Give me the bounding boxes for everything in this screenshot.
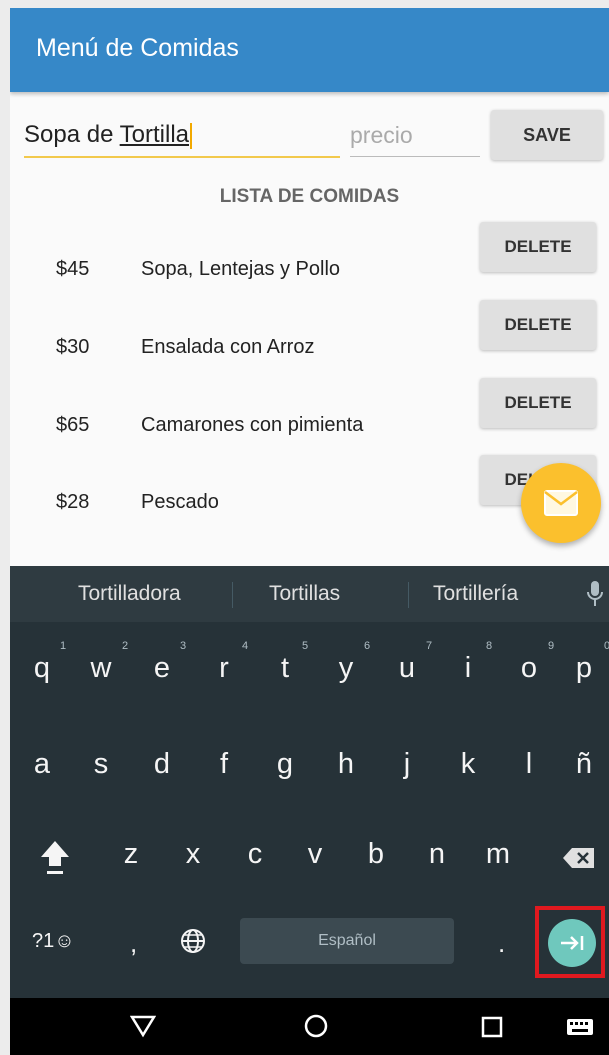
list-item: $30 Ensalada con Arroz DELETE bbox=[10, 300, 609, 378]
food-name-composing: Tortilla bbox=[119, 121, 190, 148]
key-k[interactable]: k bbox=[443, 748, 493, 781]
key-e[interactable]: e bbox=[137, 652, 187, 685]
globe-icon[interactable] bbox=[180, 928, 206, 954]
tab-next-icon bbox=[561, 936, 584, 950]
mail-fab-button[interactable] bbox=[521, 463, 601, 543]
keyboard-switch-icon[interactable] bbox=[566, 1018, 594, 1036]
suggestion-3[interactable]: Tortillería bbox=[433, 582, 518, 606]
item-name: Sopa, Lentejas y Pollo bbox=[141, 258, 341, 280]
key-a[interactable]: a bbox=[17, 748, 67, 781]
key-m[interactable]: m bbox=[473, 838, 523, 871]
key-c[interactable]: c bbox=[230, 838, 280, 871]
key-n[interactable]: n bbox=[412, 838, 462, 871]
symbols-key[interactable]: ?1☺ bbox=[32, 930, 75, 953]
key-hint: 9 bbox=[548, 640, 555, 652]
soft-keyboard: Tortilladora Tortillas Tortillería 1 2 3… bbox=[10, 566, 609, 998]
list-header: LISTA DE COMIDAS bbox=[219, 186, 400, 207]
key-hint: 5 bbox=[302, 640, 309, 652]
list-item: $45 Sopa, Lentejas y Pollo DELETE bbox=[10, 222, 609, 300]
phone-screen: Menú de Comidas Sopa de Tortilla precio … bbox=[10, 8, 609, 1055]
comma-key[interactable]: , bbox=[130, 928, 137, 959]
key-d[interactable]: d bbox=[137, 748, 187, 781]
key-y[interactable]: y bbox=[321, 652, 371, 685]
recents-icon[interactable] bbox=[480, 1015, 504, 1039]
key-q[interactable]: q bbox=[17, 652, 67, 685]
app-title: Menú de Comidas bbox=[36, 34, 239, 62]
delete-button[interactable]: DELETE bbox=[480, 378, 596, 428]
navigation-bar bbox=[10, 998, 609, 1055]
key-ntilde[interactable]: ñ bbox=[559, 748, 609, 781]
key-f[interactable]: f bbox=[199, 748, 249, 781]
food-name-text: Sopa de bbox=[24, 121, 120, 148]
delete-button[interactable]: DELETE bbox=[480, 300, 596, 350]
key-r[interactable]: r bbox=[199, 652, 249, 685]
mail-icon bbox=[544, 490, 578, 516]
item-name: Pescado bbox=[141, 491, 219, 513]
shift-icon[interactable] bbox=[38, 838, 72, 878]
food-form: Sopa de Tortilla precio SAVE bbox=[10, 108, 609, 168]
list-item: $28 Pescado DELETE bbox=[10, 455, 609, 533]
key-x[interactable]: x bbox=[168, 838, 218, 871]
item-price: $65 bbox=[56, 414, 90, 436]
key-g[interactable]: g bbox=[260, 748, 310, 781]
app-bar: Menú de Comidas bbox=[10, 8, 609, 92]
suggestion-2[interactable]: Tortillas bbox=[269, 582, 340, 606]
key-hint: 6 bbox=[364, 640, 371, 652]
key-u[interactable]: u bbox=[382, 652, 432, 685]
key-j[interactable]: j bbox=[382, 748, 432, 781]
key-t[interactable]: t bbox=[260, 652, 310, 685]
price-input[interactable]: precio bbox=[350, 120, 480, 157]
text-cursor bbox=[190, 122, 193, 149]
price-placeholder: precio bbox=[350, 122, 413, 148]
food-name-input[interactable]: Sopa de Tortilla bbox=[24, 120, 340, 158]
suggestion-1[interactable]: Tortilladora bbox=[78, 582, 181, 606]
backspace-icon[interactable] bbox=[562, 846, 596, 870]
next-key[interactable] bbox=[548, 919, 596, 967]
key-hint: 7 bbox=[426, 640, 433, 652]
key-l[interactable]: l bbox=[504, 748, 554, 781]
back-icon[interactable] bbox=[130, 1014, 156, 1038]
item-price: $28 bbox=[56, 491, 90, 513]
key-b[interactable]: b bbox=[351, 838, 401, 871]
key-p[interactable]: p bbox=[559, 652, 609, 685]
key-s[interactable]: s bbox=[76, 748, 126, 781]
save-button[interactable]: SAVE bbox=[491, 110, 603, 160]
item-price: $30 bbox=[56, 336, 90, 358]
item-name: Ensalada con Arroz bbox=[141, 336, 315, 358]
delete-button[interactable]: DELETE bbox=[480, 222, 596, 272]
key-h[interactable]: h bbox=[321, 748, 371, 781]
key-hint: 8 bbox=[486, 640, 493, 652]
suggestion-bar: Tortilladora Tortillas Tortillería bbox=[10, 566, 609, 622]
home-icon[interactable] bbox=[302, 1012, 330, 1040]
list-item: $65 Camarones con pimienta DELETE bbox=[10, 378, 609, 456]
key-w[interactable]: w bbox=[76, 652, 126, 685]
period-key[interactable]: . bbox=[498, 928, 505, 959]
key-z[interactable]: z bbox=[106, 838, 156, 871]
suggestion-divider bbox=[408, 582, 409, 608]
key-o[interactable]: o bbox=[504, 652, 554, 685]
key-hint: 3 bbox=[180, 640, 187, 652]
key-hint: 2 bbox=[122, 640, 129, 652]
space-bar[interactable]: Español bbox=[240, 918, 454, 964]
key-hint: 4 bbox=[242, 640, 249, 652]
item-price: $45 bbox=[56, 258, 90, 280]
key-hint: 1 bbox=[60, 640, 67, 652]
suggestion-divider bbox=[232, 582, 233, 608]
key-v[interactable]: v bbox=[290, 838, 340, 871]
key-hint: 0 bbox=[604, 640, 609, 652]
key-i[interactable]: i bbox=[443, 652, 493, 685]
item-name: Camarones con pimienta bbox=[141, 414, 364, 436]
microphone-icon[interactable] bbox=[586, 580, 604, 610]
